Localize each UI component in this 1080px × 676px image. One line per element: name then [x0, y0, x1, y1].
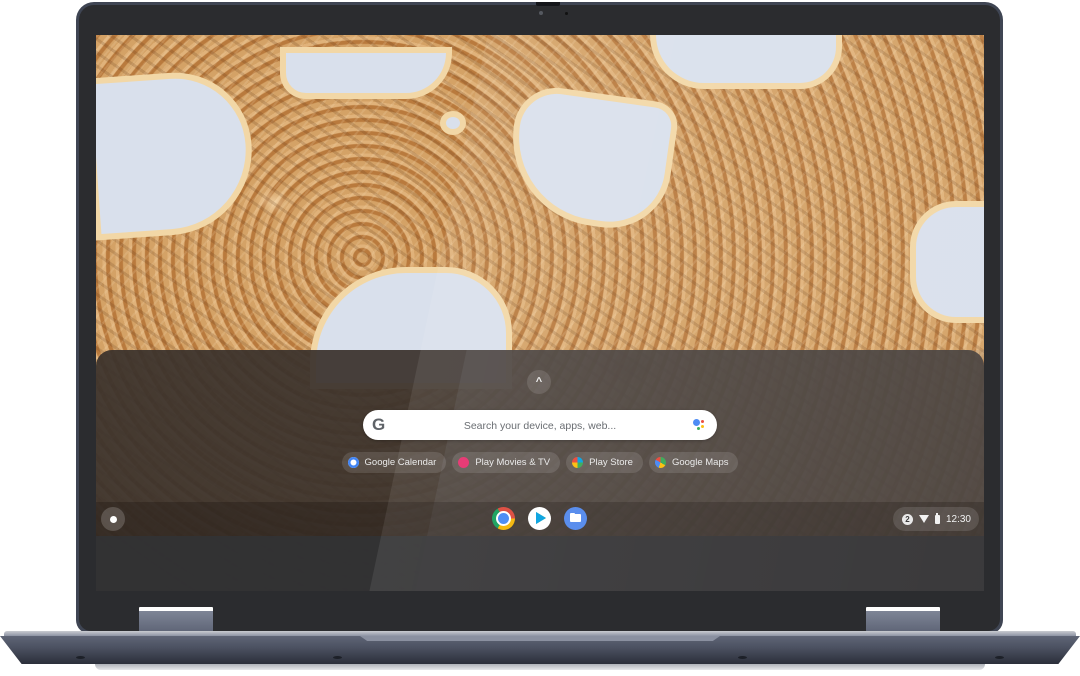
- base-shadow: [95, 664, 985, 670]
- search-input[interactable]: [403, 410, 677, 442]
- camera-indicator-light: [565, 12, 568, 15]
- play-store-icon: [572, 457, 584, 468]
- notification-count-badge: 2: [901, 513, 913, 525]
- chip-label: Google Maps: [671, 457, 729, 468]
- base-foot: [76, 656, 85, 659]
- shelf: 2 12:30: [96, 502, 984, 536]
- chromeos-screen: ^ G Google Calendar Play Movies & TV: [96, 35, 984, 591]
- chip-label: Google Calendar: [364, 457, 437, 468]
- base-foot: [995, 656, 1004, 659]
- files-folder-icon[interactable]: [564, 507, 587, 530]
- base-foot: [333, 656, 342, 659]
- google-maps-icon: [654, 457, 666, 468]
- camera-notch: [536, 2, 560, 6]
- google-calendar-icon: [347, 457, 359, 468]
- base-top-edge: [4, 631, 1076, 636]
- suggestion-chip-google-maps[interactable]: Google Maps: [648, 452, 739, 473]
- wallpaper-ice-pan: [656, 35, 836, 83]
- webcam-icon: [539, 11, 543, 15]
- chip-label: Play Movies & TV: [475, 457, 551, 468]
- laptop-base: [0, 631, 1080, 667]
- wifi-icon: [918, 515, 929, 523]
- wallpaper-ice-pan: [916, 207, 984, 317]
- expand-launcher-button[interactable]: ^: [527, 370, 551, 394]
- suggested-apps-row: Google Calendar Play Movies & TV Play St…: [96, 452, 984, 473]
- screen-lower-area: [96, 536, 984, 591]
- suggestion-chip-play-movies[interactable]: Play Movies & TV: [452, 452, 561, 473]
- suggestion-chip-play-store[interactable]: Play Store: [566, 452, 643, 473]
- chevron-up-icon: ^: [535, 376, 543, 388]
- chip-label: Play Store: [589, 457, 633, 468]
- google-assistant-icon[interactable]: [693, 419, 707, 431]
- launcher-search-box[interactable]: G: [363, 410, 717, 442]
- pinned-apps: [492, 507, 587, 530]
- play-movies-icon: [458, 457, 470, 468]
- suggestion-chip-google-calendar[interactable]: Google Calendar: [341, 452, 447, 473]
- battery-icon: [934, 512, 940, 524]
- wallpaper-ice-pan: [286, 53, 446, 93]
- launcher-button[interactable]: [101, 507, 125, 531]
- launcher-circle-icon: [109, 515, 117, 523]
- wallpaper-ice-pan: [446, 117, 460, 129]
- clock-time: 12:30: [945, 513, 971, 525]
- base-foot: [738, 656, 747, 659]
- google-g-icon: G: [372, 415, 386, 434]
- play-store-icon[interactable]: [528, 507, 551, 530]
- base-lid-groove: [360, 636, 720, 641]
- chrome-icon[interactable]: [492, 507, 515, 530]
- status-tray[interactable]: 2 12:30: [892, 507, 979, 531]
